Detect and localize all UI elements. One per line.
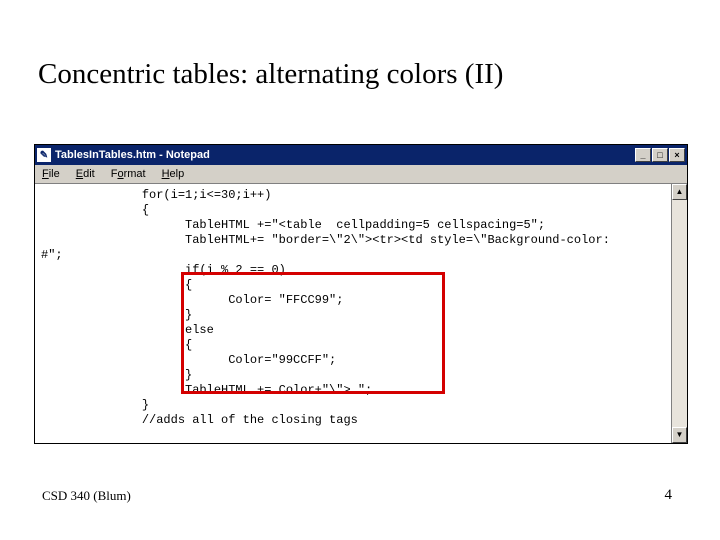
- code-line: }: [41, 308, 665, 323]
- window-title: TablesInTables.htm - Notepad: [55, 149, 635, 161]
- code-line: TableHTML += Color+"\"> ";: [41, 383, 665, 398]
- scroll-down-button[interactable]: ▼: [672, 427, 687, 443]
- code-line: {: [41, 203, 665, 218]
- code-line: for(i=1;i<=30;i++): [41, 188, 665, 203]
- code-line: #";: [41, 248, 665, 263]
- code-line: else: [41, 323, 665, 338]
- menu-edit[interactable]: Edit: [73, 167, 98, 181]
- code-line: }: [41, 398, 665, 413]
- code-line: if(i % 2 == 0): [41, 263, 665, 278]
- code-line: {: [41, 338, 665, 353]
- footer-left: CSD 340 (Blum): [42, 488, 131, 504]
- code-line: Color="99CCFF";: [41, 353, 665, 368]
- code-line: Color= "FFCC99";: [41, 293, 665, 308]
- scroll-track[interactable]: [672, 200, 687, 427]
- slide-title: Concentric tables: alternating colors (I…: [38, 58, 503, 91]
- code-line: TableHTML +="<table cellpadding=5 cellsp…: [41, 218, 665, 233]
- menu-format[interactable]: Format: [108, 167, 149, 181]
- close-button[interactable]: ×: [669, 148, 685, 162]
- vertical-scrollbar[interactable]: ▲ ▼: [671, 184, 687, 443]
- menu-help[interactable]: Help: [159, 167, 188, 181]
- code-line: TableHTML+= "border=\"2\"><tr><td style=…: [41, 233, 665, 248]
- titlebar[interactable]: ✎ TablesInTables.htm - Notepad _ □ ×: [35, 145, 687, 165]
- minimize-button[interactable]: _: [635, 148, 651, 162]
- page-number: 4: [665, 487, 673, 504]
- code-line: //adds all of the closing tags: [41, 413, 665, 428]
- window-controls: _ □ ×: [635, 148, 685, 162]
- menu-file[interactable]: File: [39, 167, 63, 181]
- code-editor[interactable]: for(i=1;i<=30;i++) { TableHTML +="<table…: [35, 184, 671, 443]
- menubar: File Edit Format Help: [35, 165, 687, 184]
- notepad-icon: ✎: [37, 148, 51, 162]
- scroll-up-button[interactable]: ▲: [672, 184, 687, 200]
- editor-container: for(i=1;i<=30;i++) { TableHTML +="<table…: [35, 184, 687, 443]
- notepad-window: ✎ TablesInTables.htm - Notepad _ □ × Fil…: [34, 144, 688, 444]
- code-line: }: [41, 368, 665, 383]
- code-line: {: [41, 278, 665, 293]
- maximize-button[interactable]: □: [652, 148, 668, 162]
